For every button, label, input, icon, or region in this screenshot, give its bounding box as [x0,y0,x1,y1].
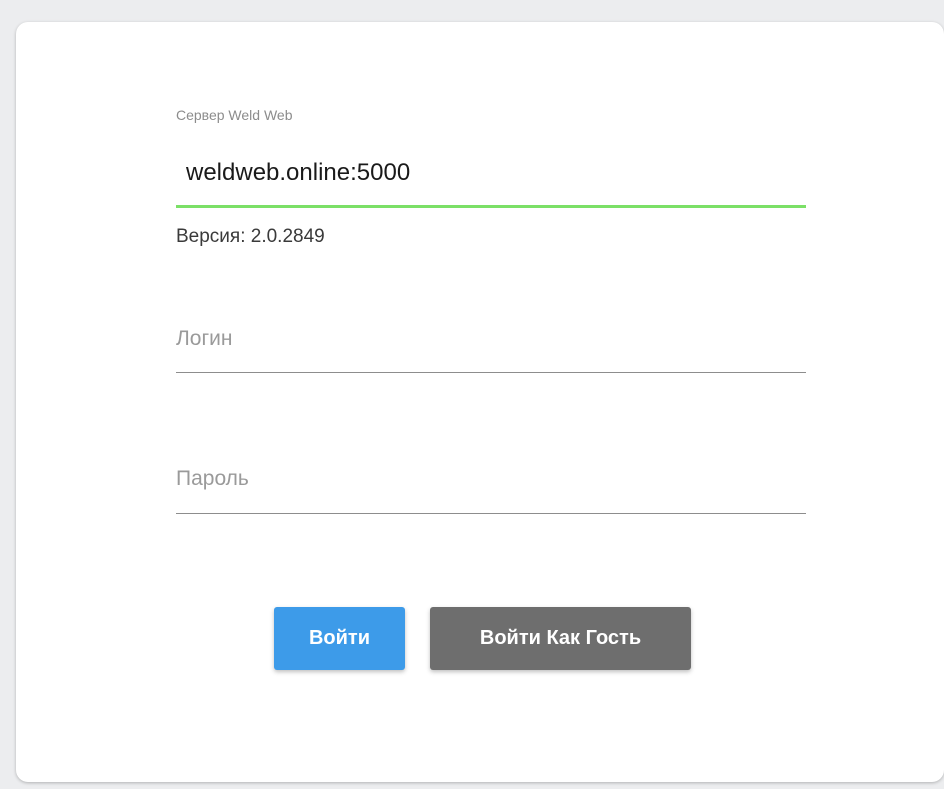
server-field [176,142,806,208]
server-input[interactable] [176,142,806,204]
version-text: Версия: 2.0.2849 [176,226,325,247]
login-button[interactable]: Войти [274,607,405,670]
guest-login-button[interactable]: Войти Как Гость [430,607,691,670]
login-input[interactable] [176,306,806,372]
password-input[interactable] [176,446,806,512]
login-card: Сервер Weld Web Версия: 2.0.2849 Войти В… [16,22,944,782]
server-label: Сервер Weld Web [176,107,293,123]
password-field [176,446,806,514]
login-field [176,306,806,373]
